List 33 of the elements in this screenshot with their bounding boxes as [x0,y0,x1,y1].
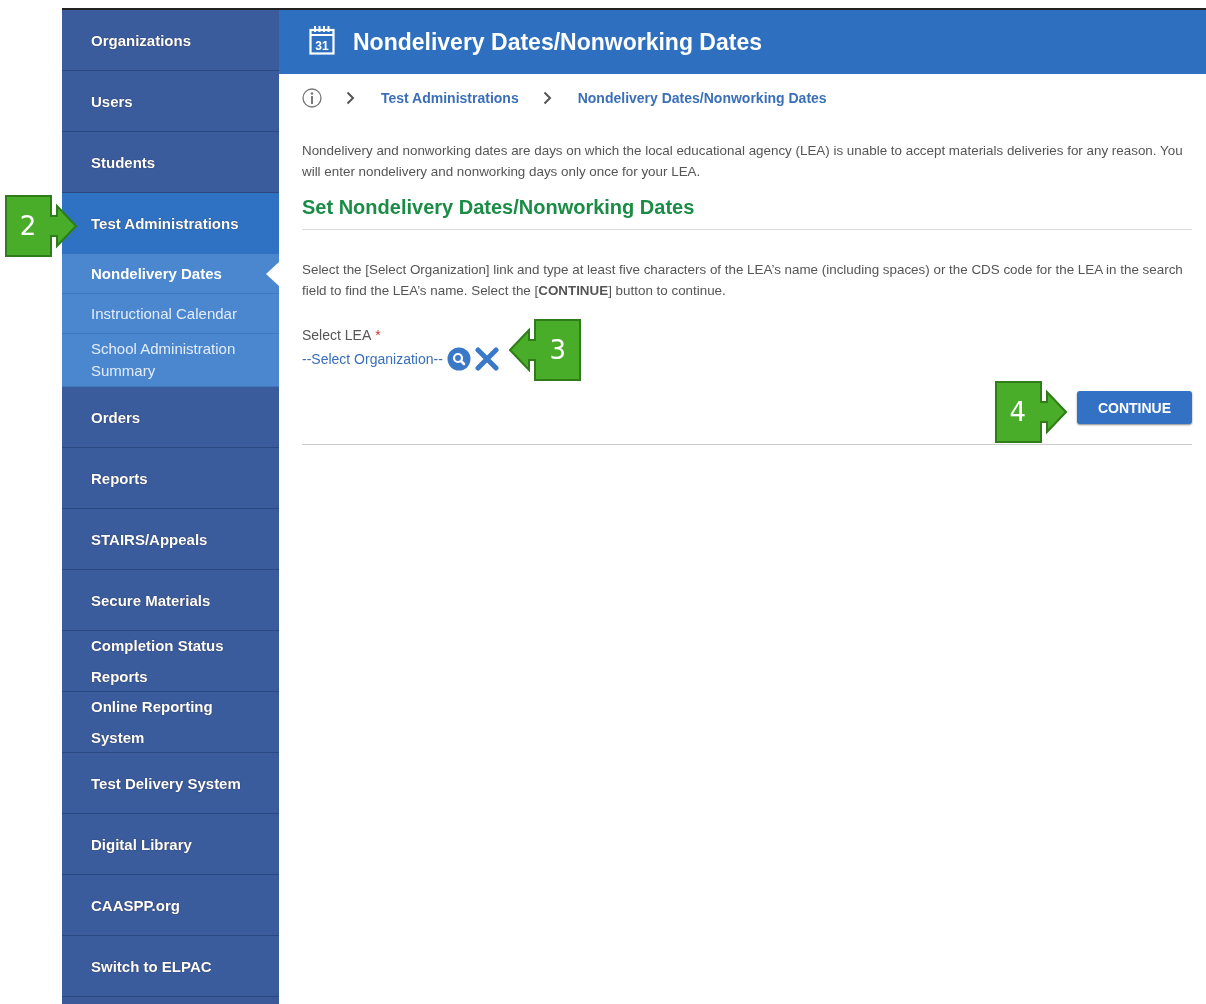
sidebar-item[interactable]: Switch to ELPAC [62,936,279,997]
breadcrumb-link[interactable]: Nondelivery Dates/Nonworking Dates [577,90,827,106]
search-icon[interactable] [446,347,471,371]
sidebar-item[interactable]: Secure Materials [62,570,279,631]
chevron-icon [346,91,355,105]
sidebar-item[interactable]: Students [62,132,279,193]
field-label: Select LEA [302,327,372,343]
sidebar-subitem[interactable]: Nondelivery Dates [62,254,279,294]
instruction-text: Select the [Select Organization] link and type at least five characters of the LEA’s name (including spaces) or the CDS code for the LEA in the search field to find the LEA’s name. Select the [CONTINUE] button to continue. [302,261,1184,300]
info-icon[interactable] [302,88,322,108]
page-title: Nondelivery Dates/Nonworking Dates [353,28,762,56]
sidebar-item[interactable]: Users [62,71,279,132]
required-mark: * [375,327,381,343]
sidebar-item[interactable]: Test Administrations [62,193,279,254]
callout-marker: 3 [508,319,581,381]
callout-marker: 2 [5,195,77,257]
sidebar-item[interactable]: Digital Library [62,814,279,875]
sidebar-item[interactable]: Orders [62,387,279,448]
sidebar-item[interactable]: Organizations [62,10,279,71]
sidebar-item[interactable]: Reports [62,448,279,509]
callout-marker: 4 [994,381,1067,443]
select-organization-link[interactable]: --Select Organization-- [302,351,443,367]
breadcrumb-link[interactable]: Test Administrations [381,90,519,106]
sidebar-item[interactable]: CAASPP.org [62,875,279,936]
section-heading: Set Nondelivery Dates/Nonworking Dates [302,196,1192,230]
continue-button[interactable]: CONTINUE [1076,391,1192,424]
close-icon[interactable] [474,347,499,371]
sidebar-item[interactable]: Online Reporting System [62,692,279,753]
sidebar-item[interactable]: STAIRS/Appeals [62,509,279,570]
sidebar-item[interactable]: Test Delivery System [62,753,279,814]
sidebar-item[interactable]: Completion Status Reports [62,631,279,692]
chevron-icon [542,91,552,105]
description-text: Nondelivery and nonworking dates are days on which the local educational agency (LEA) is unable to accept materials deliveries for any reason. You will enter nondelivery and nonworking days only once for your LEA. [302,142,1184,181]
